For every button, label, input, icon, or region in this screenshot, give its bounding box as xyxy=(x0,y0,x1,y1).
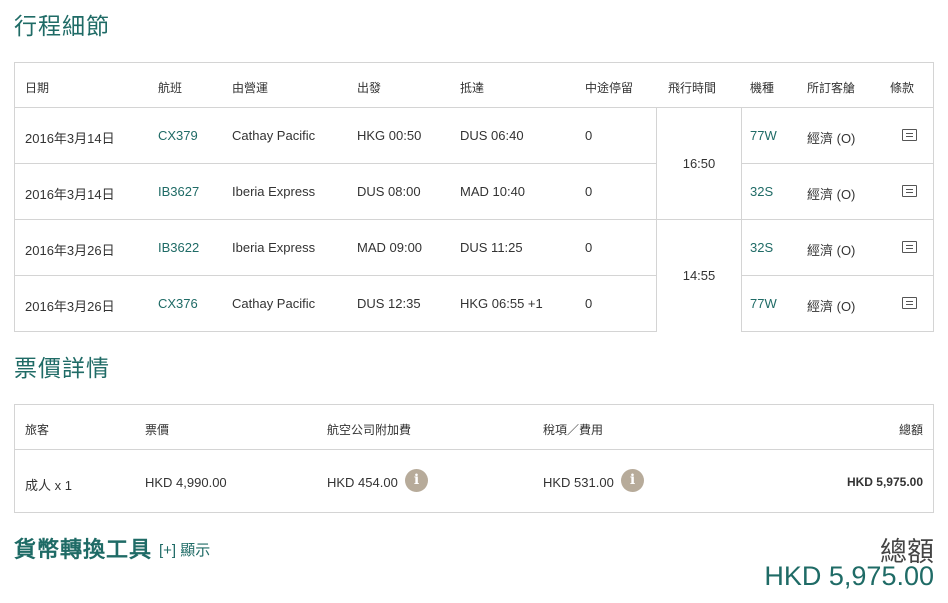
flight-arrive: DUS 11:25 xyxy=(460,240,523,255)
flight-number-link[interactable]: IB3622 xyxy=(158,240,199,255)
itinerary-table: 日期 航班 由營運 出發 抵達 中途停留 飛行時間 機種 所訂客艙 條款 201… xyxy=(14,62,934,332)
header-stops: 中途停留 xyxy=(585,81,634,95)
header-total: 總額 xyxy=(898,423,923,437)
fare-title: 票價詳情 xyxy=(14,355,110,381)
flight-row: 2016年3月14日 CX379 Cathay Pacific HKG 00:5… xyxy=(15,108,933,164)
itinerary-title: 行程細節 xyxy=(14,13,110,39)
flight-arrive: MAD 10:40 xyxy=(460,184,526,199)
duration-return: 14:55 xyxy=(682,268,716,283)
flight-operator: Cathay Pacific xyxy=(232,296,316,311)
flight-row: 2016年3月26日 CX376 Cathay Pacific DUS 12:3… xyxy=(15,276,933,332)
fare-total: HKD 5,975.00 xyxy=(846,475,923,489)
document-icon[interactable] xyxy=(902,297,917,309)
duration-cell-return: 14:55 xyxy=(656,220,742,332)
document-icon[interactable] xyxy=(902,241,917,253)
flight-arrive: DUS 06:40 xyxy=(460,128,524,143)
aircraft-link[interactable]: 32S xyxy=(750,240,773,255)
flight-number-link[interactable]: CX379 xyxy=(158,128,198,143)
flight-depart: DUS 12:35 xyxy=(357,296,421,311)
flight-cabin: 經濟 (O) xyxy=(807,131,856,146)
flight-operator: Iberia Express xyxy=(232,240,316,255)
flight-arrive: HKG 06:55 +1 xyxy=(460,296,543,311)
fare-amount: HKD 4,990.00 xyxy=(145,475,227,490)
header-date: 日期 xyxy=(25,81,50,95)
header-fare: 票價 xyxy=(145,423,170,437)
duration-cell-outbound: 16:50 xyxy=(656,108,742,220)
fare-table: 旅客 票價 航空公司附加費 稅項／費用 總額 成人 x 1 HKD 4,990.… xyxy=(14,404,934,513)
flight-date: 2016年3月26日 xyxy=(25,243,115,258)
header-passenger: 旅客 xyxy=(25,423,50,437)
info-icon[interactable]: i xyxy=(621,469,644,492)
header-taxes: 稅項／費用 xyxy=(543,423,604,437)
duration-outbound: 16:50 xyxy=(682,156,716,171)
header-depart: 出發 xyxy=(357,81,382,95)
document-icon[interactable] xyxy=(902,185,917,197)
flight-date: 2016年3月14日 xyxy=(25,131,115,146)
currency-converter-title: 貨幣轉換工具 xyxy=(14,537,153,562)
header-flight: 航班 xyxy=(158,81,183,95)
aircraft-link[interactable]: 77W xyxy=(750,128,777,143)
aircraft-link[interactable]: 32S xyxy=(750,184,773,199)
flight-stops: 0 xyxy=(585,296,593,311)
grand-total-value: HKD 5,975.00 xyxy=(764,561,934,591)
flight-operator: Iberia Express xyxy=(232,184,316,199)
flight-date: 2016年3月14日 xyxy=(25,187,115,202)
flight-stops: 0 xyxy=(585,128,593,143)
header-surcharge: 航空公司附加費 xyxy=(327,423,412,437)
document-icon[interactable] xyxy=(902,129,917,141)
header-aircraft: 機種 xyxy=(750,81,775,95)
header-arrive: 抵達 xyxy=(460,81,485,95)
flight-depart: MAD 09:00 xyxy=(357,240,423,255)
flight-cabin: 經濟 (O) xyxy=(807,187,856,202)
flight-number-link[interactable]: CX376 xyxy=(158,296,198,311)
fare-header-row: 旅客 票價 航空公司附加費 稅項／費用 總額 xyxy=(15,405,933,450)
flight-cabin: 經濟 (O) xyxy=(807,299,856,314)
header-operator: 由營運 xyxy=(232,81,269,95)
flight-number-link[interactable]: IB3627 xyxy=(158,184,199,199)
flight-stops: 0 xyxy=(585,240,593,255)
flight-date: 2016年3月26日 xyxy=(25,299,115,314)
aircraft-link[interactable]: 77W xyxy=(750,296,777,311)
currency-show-toggle[interactable]: [+] 顯示 xyxy=(159,539,210,560)
flight-depart: HKG 00:50 xyxy=(357,128,422,143)
flight-stops: 0 xyxy=(585,184,593,199)
fare-taxes: HKD 531.00 xyxy=(543,475,614,490)
fare-passenger: 成人 x 1 xyxy=(25,478,72,493)
flight-depart: DUS 08:00 xyxy=(357,184,421,199)
header-cabin: 所訂客艙 xyxy=(807,81,856,95)
flight-row: 2016年3月14日 IB3627 Iberia Express DUS 08:… xyxy=(15,164,933,220)
flight-row: 2016年3月26日 IB3622 Iberia Express MAD 09:… xyxy=(15,220,933,276)
header-conditions: 條款 xyxy=(890,81,915,95)
header-duration: 飛行時間 xyxy=(668,81,717,95)
itinerary-header-row: 日期 航班 由營運 出發 抵達 中途停留 飛行時間 機種 所訂客艙 條款 xyxy=(15,63,933,108)
flight-cabin: 經濟 (O) xyxy=(807,243,856,258)
fare-surcharge: HKD 454.00 xyxy=(327,475,398,490)
flight-operator: Cathay Pacific xyxy=(232,128,316,143)
info-icon[interactable]: i xyxy=(405,469,428,492)
